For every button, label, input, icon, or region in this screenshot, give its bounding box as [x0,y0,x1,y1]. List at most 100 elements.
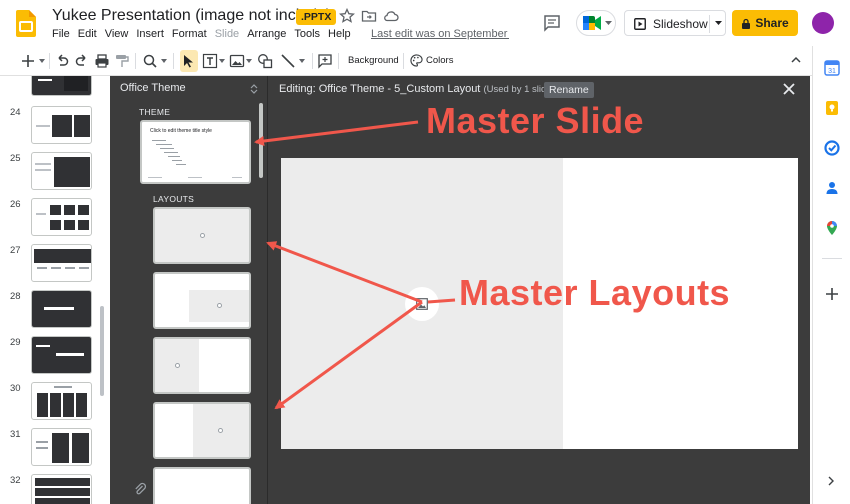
new-slide-dropdown-icon[interactable] [39,59,45,63]
zoom-dropdown-icon[interactable] [161,59,167,63]
layouts-scrollbar[interactable] [259,103,263,178]
redo-icon[interactable] [74,53,90,69]
share-button[interactable]: Share [732,10,798,36]
user-avatar[interactable] [812,12,834,34]
slide-thumbnail[interactable] [31,428,92,466]
lock-icon [742,18,751,29]
line-icon[interactable] [280,53,296,69]
text-box-icon[interactable] [202,53,218,69]
menu-arrange[interactable]: Arrange [247,28,286,40]
menu-slide[interactable]: Slide [215,28,239,40]
image-icon[interactable] [229,53,245,69]
slide-thumbnail[interactable] [31,244,92,282]
expand-side-panel-icon[interactable] [826,476,836,486]
select-tool-button[interactable] [180,50,198,72]
filmstrip-slide[interactable]: 30 [0,382,108,428]
text-box-dropdown-icon[interactable] [219,59,225,63]
file-extension-badge: .PPTX [296,9,337,25]
slideshow-button[interactable]: Slideshow [624,10,726,36]
cloud-status-icon[interactable] [383,8,399,24]
slide-thumbnail[interactable] [31,336,92,374]
editing-layout-name: Editing: Office Theme - 5_Custom Layout [279,83,481,95]
undo-icon[interactable] [54,53,70,69]
slideshow-dropdown-icon[interactable] [715,21,722,26]
maps-icon[interactable] [824,220,840,236]
insert-image-button[interactable] [405,287,439,321]
comment-history-icon[interactable] [543,14,561,32]
document-title[interactable]: Yukee Presentation (image not include) [52,7,331,25]
attachment-icon[interactable] [133,482,147,496]
get-addons-plus-icon[interactable] [824,286,840,302]
line-dropdown-icon[interactable] [299,59,305,63]
zoom-icon[interactable] [142,53,158,69]
menu-file[interactable]: File [52,28,70,40]
background-button[interactable]: Background [348,55,399,66]
slide-thumbnail[interactable] [31,382,92,420]
star-icon[interactable] [339,8,355,24]
close-icon[interactable] [782,82,796,96]
calendar-icon[interactable]: 31 [824,60,840,76]
contacts-icon[interactable] [824,180,840,196]
print-icon[interactable] [94,53,110,69]
filmstrip-slide[interactable]: 25 [0,152,108,198]
master-slide-thumbnail[interactable]: Click to edit theme title style [140,120,251,184]
meet-button[interactable] [576,10,616,36]
layout-thumbnail[interactable] [153,207,251,264]
filmstrip-slide[interactable]: 27 [0,244,108,290]
collapse-toolbar-icon[interactable] [790,54,802,66]
slideshow-icon [634,18,646,30]
filmstrip-slide[interactable]: 26 [0,198,108,244]
layout-thumbnail[interactable] [153,272,251,329]
filmstrip[interactable]: 24 25 26 27 28 29 30 31 32 [0,76,108,504]
layout-thumbnail[interactable] [153,467,251,504]
menu-insert[interactable]: Insert [136,28,164,40]
slide-thumbnail[interactable] [31,474,92,504]
shape-icon[interactable] [257,53,273,69]
move-to-folder-icon[interactable] [361,8,377,24]
menu-tools[interactable]: Tools [294,28,320,40]
menu-view[interactable]: View [105,28,129,40]
cursor-icon [184,55,193,68]
filmstrip-slide[interactable]: 32 [0,474,108,504]
last-edit-link[interactable]: Last edit was on September 4, [371,28,509,40]
slide-thumbnail[interactable] [31,152,92,190]
slide-thumbnail[interactable] [31,198,92,236]
colors-button[interactable]: Colors [426,55,453,66]
paint-format-icon[interactable] [114,53,130,69]
meet-icon [583,16,601,30]
menu-edit[interactable]: Edit [78,28,97,40]
filmstrip-scrollbar[interactable] [100,306,104,396]
add-comment-icon[interactable] [317,53,333,69]
toolbar-separator [403,53,404,69]
toolbar-separator [135,53,136,69]
image-placeholder-icon [217,303,222,308]
keep-icon[interactable] [824,100,840,116]
slide-number: 24 [10,107,21,118]
tasks-icon[interactable] [824,140,840,156]
slides-logo-icon[interactable] [16,10,36,37]
new-slide-icon[interactable] [20,53,36,69]
palette-icon[interactable] [410,54,423,67]
editing-layout-label: Editing: Office Theme - 5_Custom Layout … [279,83,555,95]
image-dropdown-icon[interactable] [246,59,252,63]
filmstrip-slide[interactable]: 29 [0,336,108,382]
layouts-section-label: LAYOUTS [153,194,195,204]
slide-number: 25 [10,153,21,164]
filmstrip-slide[interactable]: 31 [0,428,108,474]
slide-thumbnail[interactable] [31,76,92,96]
image-placeholder-icon [218,428,223,433]
slide-thumbnail[interactable] [31,290,92,328]
theme-name[interactable]: Office Theme [120,82,186,94]
filmstrip-slide[interactable]: 28 [0,290,108,336]
layout-thumbnail[interactable] [153,337,251,394]
menu-help[interactable]: Help [328,28,351,40]
slide-thumbnail[interactable] [31,106,92,144]
toolbar-separator [312,53,313,69]
menu-format[interactable]: Format [172,28,207,40]
layout-thumbnail[interactable] [153,402,251,459]
filmstrip-slide[interactable]: 24 [0,106,108,152]
rename-button[interactable]: Rename [544,82,594,98]
master-slide-annotation: Master Slide [426,100,645,141]
toolbar: Background Colors [0,46,812,76]
theme-selector-icon[interactable] [250,84,258,94]
